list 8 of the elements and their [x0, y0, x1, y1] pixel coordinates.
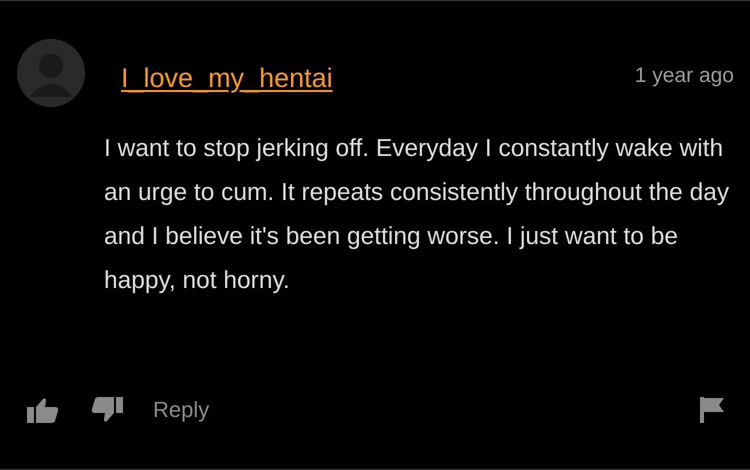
reply-button[interactable]: Reply — [153, 397, 210, 423]
thumbs-up-icon[interactable] — [27, 397, 59, 423]
username[interactable]: I_love_my_hentai — [121, 63, 635, 94]
flag-icon[interactable] — [700, 397, 726, 423]
timestamp: 1 year ago — [634, 64, 734, 88]
comment-text: I want to stop jerking off. Everyday I constantly wake with an urge to cum. It repeats consistently throughout the day and I believe it's been getting worse. I just want to be happy, not horny. — [104, 134, 730, 296]
thumbs-down-icon[interactable] — [91, 397, 123, 423]
avatar — [17, 39, 85, 107]
